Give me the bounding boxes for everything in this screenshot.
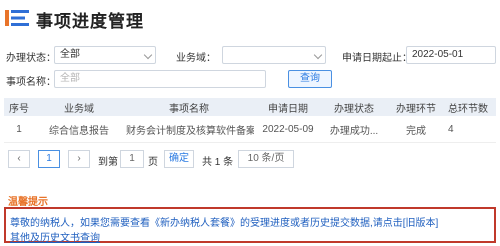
column-header: 办理状态: [322, 98, 386, 116]
column-header: 业务域: [34, 98, 124, 116]
table-cell: 综合信息报告: [34, 116, 124, 143]
column-header: 申请日期: [254, 98, 322, 116]
page-1-button[interactable]: 1: [38, 150, 60, 168]
item-label: 事项名称：: [6, 77, 56, 88]
app-logo-icon: [4, 8, 32, 28]
goto-page-input[interactable]: 1: [120, 150, 144, 168]
chevron-down-icon: [313, 50, 323, 60]
page-title: 事项进度管理: [36, 12, 144, 31]
table-cell: 4: [446, 116, 496, 143]
query-button[interactable]: 查询: [288, 70, 332, 88]
table-cell: 财务会计制度及核算软件备案...: [124, 116, 254, 143]
page-size-value: 10 条/页: [247, 153, 285, 164]
table-cell: 2022-05-09: [254, 116, 322, 143]
item-name-placeholder: 全部: [60, 73, 80, 84]
domain-label: 业务域：: [176, 53, 216, 64]
history-docs-link[interactable]: 其他及历史文书查询: [10, 229, 100, 244]
table-header-row: 序号 业务域 事项名称 申请日期 办理状态 办理环节 总环节数: [4, 98, 496, 116]
column-header: 序号: [4, 98, 34, 116]
goto-label: 到第: [98, 157, 118, 168]
table-cell: 完成: [386, 116, 446, 143]
page-unit-label: 页: [148, 157, 158, 168]
total-count: 共 1 条: [202, 157, 234, 168]
status-select-value: 全部: [60, 49, 80, 60]
table-cell: 办理成功...: [322, 116, 386, 143]
column-header: 总环节数: [446, 98, 496, 116]
column-header: 办理环节: [386, 98, 446, 116]
tip-title: 温馨提示: [8, 197, 48, 208]
confirm-page-button[interactable]: 确定: [164, 150, 194, 168]
start-date-input[interactable]: 2022-05-01: [406, 46, 496, 64]
next-page-button[interactable]: ›: [68, 150, 90, 168]
status-select[interactable]: 全部: [54, 46, 156, 64]
prev-page-button[interactable]: ‹: [8, 150, 30, 168]
tip-text: 尊敬的纳税人，如果您需要查看《新办纳税人套餐》的受理进度或者历史提交数据,请点击…: [10, 218, 439, 229]
table-cell: 1: [4, 116, 34, 143]
status-label: 办理状态：: [6, 53, 56, 64]
start-date-value: 2022-05-01: [412, 49, 464, 60]
progress-table: 序号 业务域 事项名称 申请日期 办理状态 办理环节 总环节数 1 综合信息报告…: [4, 98, 496, 143]
date-label: 申请日期起止：: [342, 53, 412, 64]
column-header: 事项名称: [124, 98, 254, 116]
page-size-select[interactable]: 10 条/页: [238, 150, 294, 168]
chevron-down-icon: [143, 50, 153, 60]
item-name-input[interactable]: 全部: [54, 70, 266, 88]
table-row[interactable]: 1 综合信息报告 财务会计制度及核算软件备案... 2022-05-09 办理成…: [4, 116, 496, 143]
domain-select[interactable]: [222, 46, 326, 64]
